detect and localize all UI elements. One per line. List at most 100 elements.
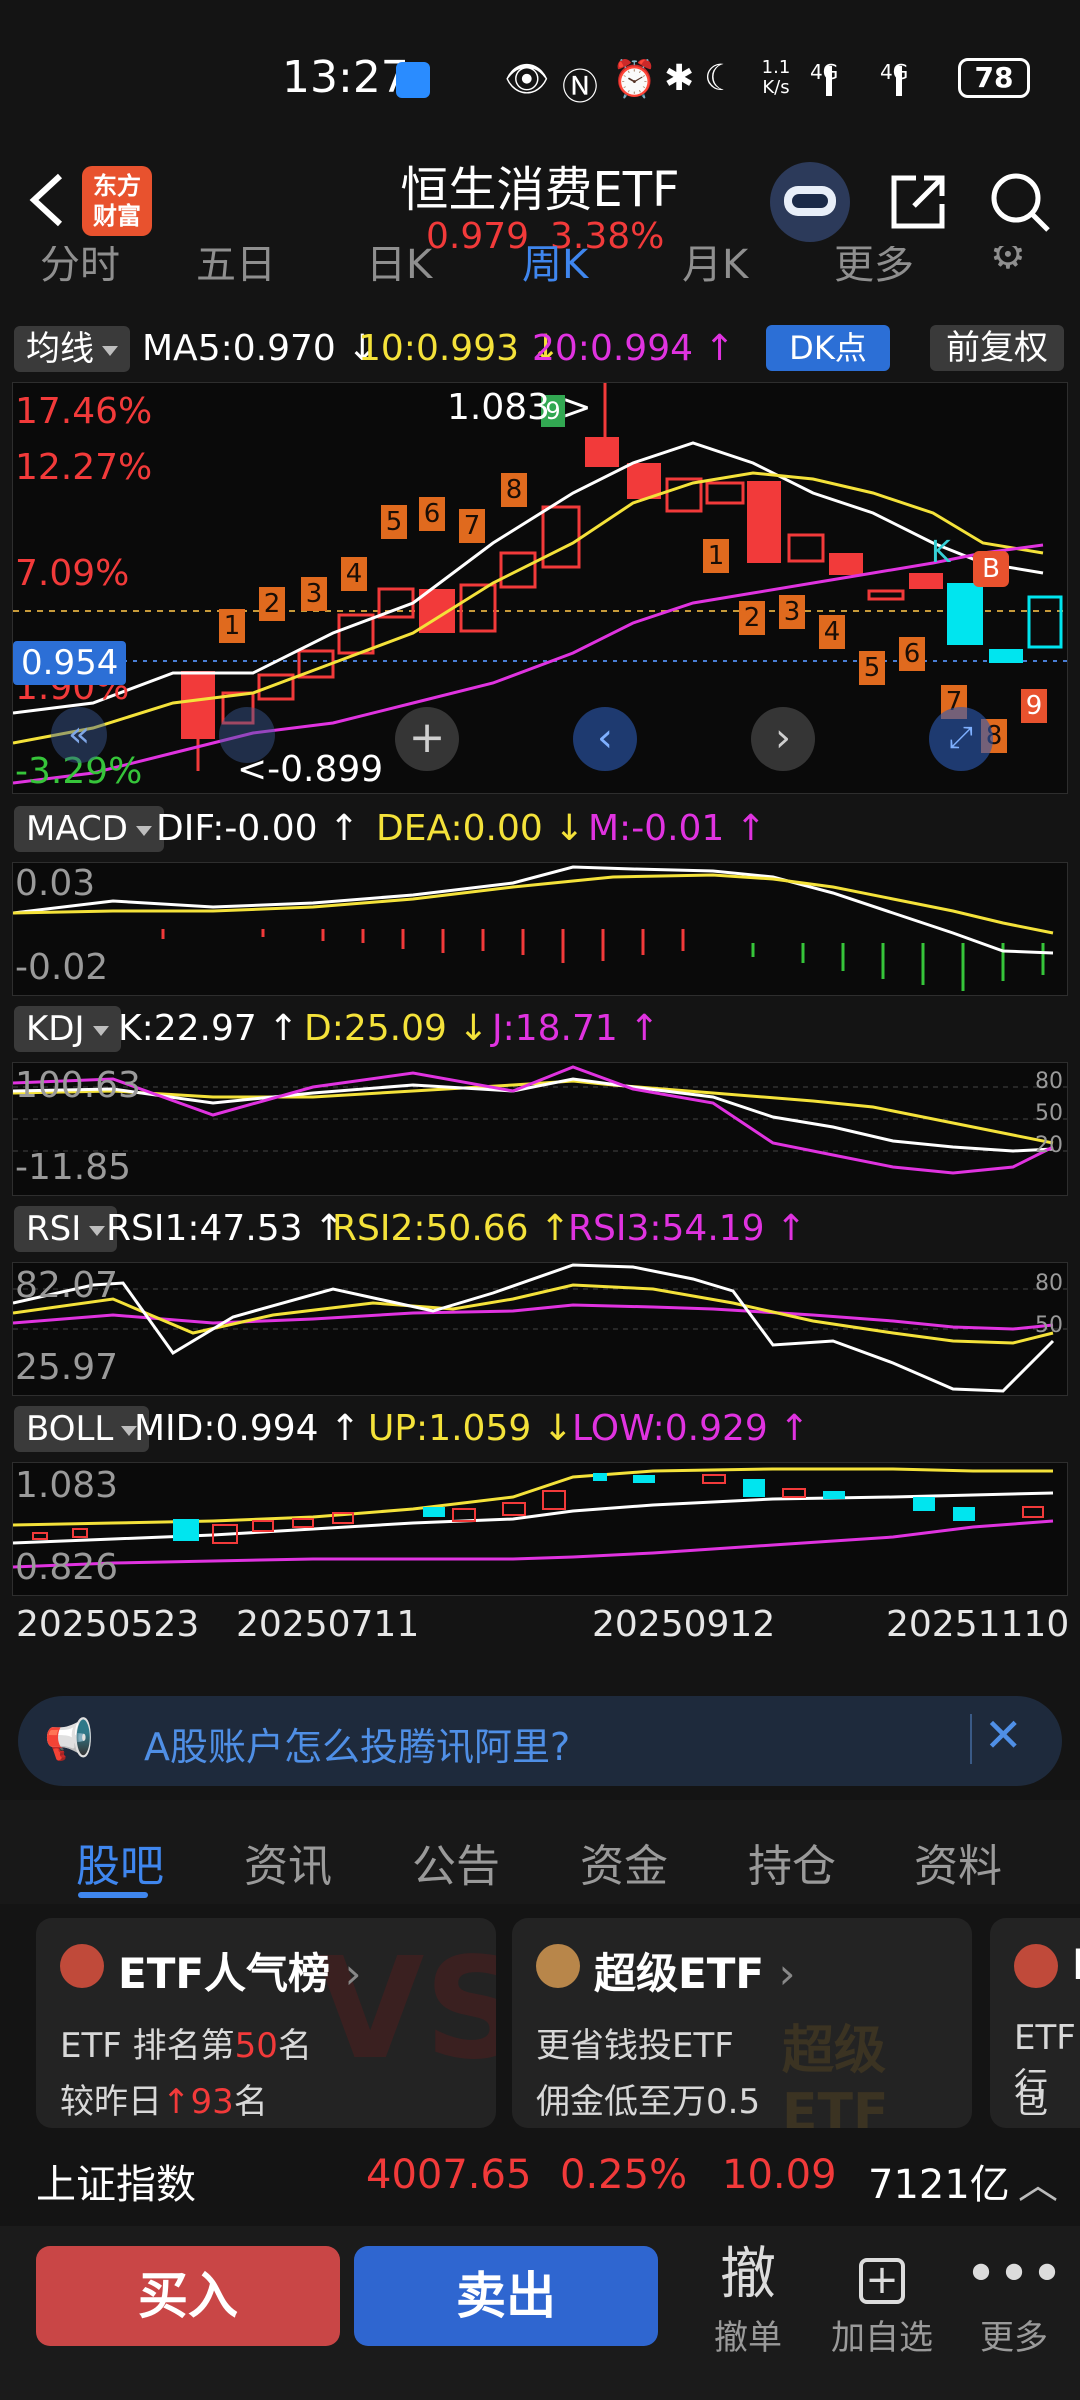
ma-bar: 均线 MA5:0.970 ↓ 10:0.993 ↓ 20:0.994 ↑: [0, 318, 1080, 380]
gear-icon[interactable]: ⚙: [990, 246, 1026, 278]
macd-svg: [13, 865, 1054, 991]
tab-news[interactable]: 资讯: [244, 1830, 332, 1894]
chevron-left-icon[interactable]: ‹: [573, 707, 637, 771]
tab-funds[interactable]: 资金: [580, 1830, 668, 1894]
ma10-line: [13, 471, 1044, 745]
signal-number: 2: [259, 587, 285, 621]
cancel-order-label: 撤单: [714, 2318, 782, 2358]
shield-icon: [396, 62, 430, 98]
card-super-etf[interactable]: 超级ETF 超级ETF › 更省钱投ETF 佣金低至万0.5: [512, 1918, 972, 2128]
chevron-down-icon: [135, 825, 152, 836]
signal-number: 2: [739, 601, 765, 635]
ma-selector-label: 均线: [26, 329, 94, 369]
status-bar: 13:27 👁 Ⓝ ⏰ ✱ ☾ 1.1 K/s 4G 4G 78: [0, 0, 1080, 150]
net-speed: 1.1 K/s: [761, 57, 791, 98]
expand-icon[interactable]: ⤢: [929, 707, 993, 771]
boll-chart[interactable]: 1.083 0.826: [12, 1462, 1068, 1596]
signal-number: 3: [779, 595, 805, 629]
tab-wuri[interactable]: 五日: [196, 246, 276, 290]
card-etf-popularity[interactable]: VS ETF人气榜 › ETF 排名第50名 较昨日↑93名: [36, 1918, 496, 2128]
tab-profile[interactable]: 资料: [914, 1830, 1002, 1894]
adjust-button[interactable]: 前复权: [930, 325, 1064, 371]
signal-number: 8: [501, 473, 527, 507]
share-icon[interactable]: [886, 170, 950, 234]
boll-axis-min: 0.826: [15, 1547, 119, 1588]
index-ticker[interactable]: 上证指数 4007.65 0.25% 10.09 7121亿 ︿: [0, 2128, 1080, 2224]
assistant-robot-icon[interactable]: [770, 162, 850, 242]
macd-chart[interactable]: 0.03 -0.02: [12, 862, 1068, 996]
macd-bar: MACD DIF:-0.00 ↑ DEA:0.00 ↓ M:-0.01 ↑: [0, 798, 1080, 860]
index-value: 4007.65: [366, 2152, 532, 2198]
date-label: 20250523: [16, 1604, 200, 1645]
rewind-icon[interactable]: «: [51, 707, 107, 763]
card-title: E: [1072, 1940, 1080, 1989]
tab-announcements[interactable]: 公告: [412, 1830, 500, 1894]
card-etf-more[interactable]: E ETF行 包含: [990, 1918, 1080, 2128]
card-line: 更省钱投ETF: [536, 2026, 734, 2066]
current-price-tag: 0.954: [13, 641, 127, 685]
buy-button[interactable]: 买入: [36, 2246, 340, 2346]
battery-icon: 78: [958, 58, 1030, 98]
card-rank-line: ETF 排名第50名: [60, 2026, 312, 2066]
zoom-out-icon[interactable]: [219, 707, 275, 763]
tab-holdings[interactable]: 持仓: [748, 1830, 836, 1894]
zoom-in-icon[interactable]: +: [395, 707, 459, 771]
cancel-order-button[interactable]: 撤 撤单: [688, 2240, 808, 2359]
tab-yuek[interactable]: 月K: [682, 246, 748, 290]
add-watchlist-button[interactable]: + 加自选: [822, 2240, 942, 2359]
tab-rik[interactable]: 日K: [366, 246, 432, 290]
rsi-selector[interactable]: RSI: [14, 1206, 118, 1252]
rsi3-value: RSI3:54.19 ↑: [568, 1208, 807, 1249]
sell-button[interactable]: 卖出: [354, 2246, 658, 2346]
high-price-label: 1.083 >: [447, 387, 592, 428]
index-name: 上证指数: [36, 2162, 196, 2208]
signal-number: 1: [703, 539, 729, 573]
tab-more[interactable]: 更多: [834, 246, 914, 290]
kdj-j: J:18.71 ↑: [492, 1008, 660, 1049]
kdj-axis-min: -11.85: [15, 1147, 132, 1188]
candlestick-chart[interactable]: 1 2 3 4 5 6 7 8 9 1 2 3 4 5 6 7 8 9 17.4…: [12, 382, 1068, 794]
ma-selector[interactable]: 均线: [14, 326, 130, 372]
date-label: 20251110: [886, 1604, 1070, 1645]
ad-divider: [970, 1714, 972, 1764]
chevron-right-icon[interactable]: ›: [751, 707, 815, 771]
boll-up: UP:1.059 ↓: [368, 1408, 573, 1449]
kdj-chart[interactable]: 100.63 -11.85 80 50 20: [12, 1062, 1068, 1196]
ad-banner[interactable]: 📢 A股账户怎么投腾讯阿里? ✕: [18, 1696, 1062, 1786]
card-change-line: 较昨日↑93名: [60, 2082, 268, 2122]
card-title: ETF人气榜 ›: [118, 1949, 362, 1998]
signal-number: 6: [419, 497, 445, 531]
signal-b: B: [973, 551, 1009, 587]
chevron-down-icon: [102, 345, 118, 356]
tab-guba[interactable]: 股吧: [76, 1830, 164, 1894]
signal-number: 7: [459, 509, 485, 543]
rsi-axis-max: 82.07: [15, 1265, 119, 1306]
rsi-svg: [13, 1263, 1067, 1393]
super-etf-icon: [536, 1944, 580, 1988]
chart-icon: [60, 1944, 104, 1988]
card-line: 佣金低至万0.5: [536, 2082, 761, 2122]
tab-fenshi[interactable]: 分时: [40, 246, 120, 290]
more-button[interactable]: ••• 更多: [954, 2240, 1074, 2359]
macd-selector[interactable]: MACD: [14, 806, 164, 852]
boll-selector[interactable]: BOLL: [14, 1406, 150, 1452]
boll-mid: MID:0.994 ↑: [134, 1408, 361, 1449]
ma20-line: [13, 543, 1044, 785]
kdj-svg: [13, 1065, 1067, 1175]
rsi-bar: RSI RSI1:47.53 ↑ RSI2:50.66 ↑ RSI3:54.19…: [0, 1198, 1080, 1260]
chevron-up-icon[interactable]: ︿: [1018, 2152, 1058, 2210]
kdj-selector[interactable]: KDJ: [14, 1006, 121, 1052]
search-icon[interactable]: [988, 170, 1052, 234]
dk-point-button[interactable]: DK点: [766, 325, 890, 371]
rsi-chart[interactable]: 82.07 25.97 80 50: [12, 1262, 1068, 1396]
close-icon[interactable]: ✕: [984, 1708, 1023, 1762]
signal-k: K: [931, 535, 951, 570]
date-label: 20250912: [592, 1604, 776, 1645]
period-tabs: 分时 五日 日K 周K 月K 更多 ⚙: [0, 246, 1080, 290]
index-pct: 0.25%: [560, 2152, 688, 2198]
signal-number: 4: [819, 615, 845, 649]
boll-selector-label: BOLL: [26, 1409, 114, 1449]
tab-zhouk[interactable]: 周K: [522, 246, 588, 290]
macd-axis-min: -0.02: [15, 947, 109, 988]
macd-dif: DIF:-0.00 ↑: [156, 808, 360, 849]
